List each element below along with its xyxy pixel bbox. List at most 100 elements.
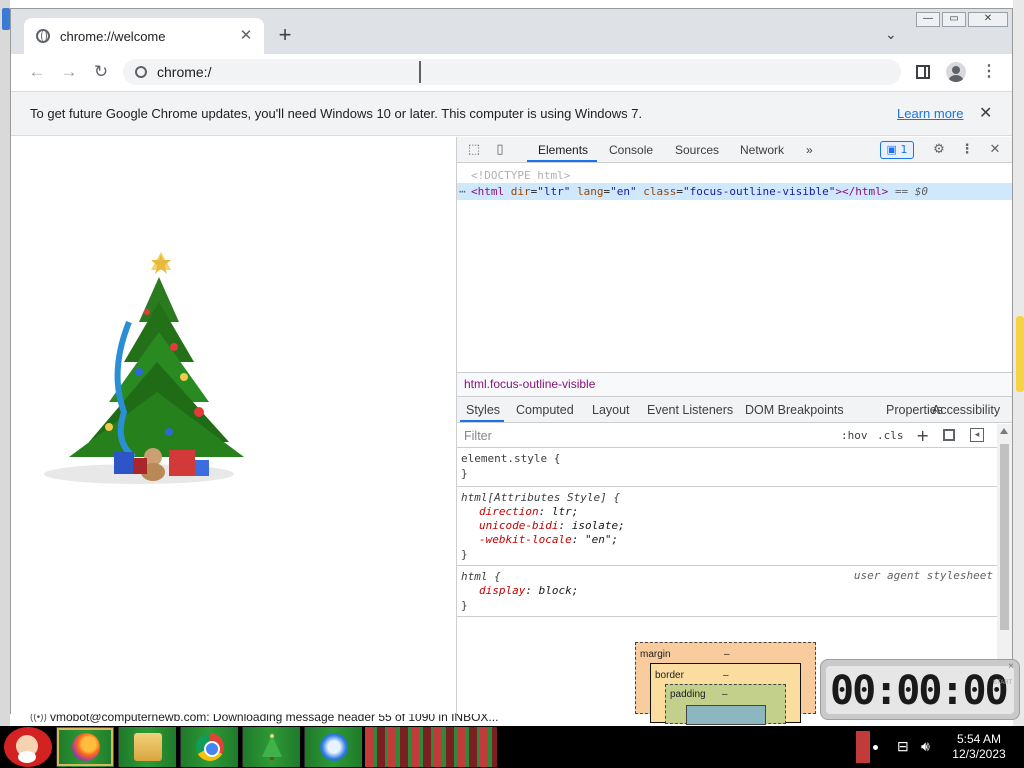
address-bar[interactable]: chrome:/ [123,59,901,85]
margin-label: margin [640,649,671,660]
declaration-property: unicode-bidi [479,519,559,532]
system-clock[interactable]: 5:54 AM 12/3/2023 [944,732,1014,762]
html-node-selected[interactable]: ⋯ <html dir="ltr" lang="en" class="focus… [457,183,1012,200]
active-tab-indicator [527,160,597,162]
border-value[interactable]: – [723,670,729,681]
desktop-window-edge [2,8,10,30]
tab-console[interactable]: Console [609,143,653,157]
desktop-left-edge [0,0,10,726]
taskbar-chrome[interactable] [180,727,238,767]
stopwatch-display: 00:00:00 [826,666,1014,714]
learn-more-link[interactable]: Learn more [897,106,963,121]
infobar-close-icon[interactable]: ✕ [979,103,992,123]
margin-value[interactable]: – [724,649,730,660]
rule-html-user-agent[interactable]: html { user agent stylesheet display: bl… [457,567,997,617]
declaration[interactable]: display: block; [461,584,997,598]
tab-network[interactable]: Network [740,143,784,157]
breadcrumb-item[interactable]: html.focus-outline-visible [464,377,595,391]
taskbar-firefox[interactable] [56,727,114,767]
tab-welcome[interactable]: chrome://welcome ✕ [24,18,264,54]
tab-dom-breakpoints[interactable]: DOM Breakpoints [745,403,844,417]
rule-attributes-style[interactable]: html[Attributes Style] { direction: ltr;… [457,488,997,566]
profile-avatar[interactable] [946,62,966,82]
declaration[interactable]: -webkit-locale: "en"; [461,533,997,547]
scroll-up-arrow-icon[interactable] [1000,428,1008,434]
christmas-tree-image [44,252,244,484]
device-toolbar-icon[interactable]: ▯ [491,141,509,159]
attr-value-dir: "ltr" [537,185,571,198]
tab-accessibility[interactable]: Accessibility [932,403,1000,417]
new-tab-button[interactable]: + [274,24,296,47]
side-panel-icon[interactable] [916,65,930,79]
tab-elements[interactable]: Elements [538,143,588,157]
rule-element-style[interactable]: element.style { } [457,451,997,487]
toggle-sidebar-icon[interactable]: ◂ [970,428,984,442]
address-bar-url[interactable]: chrome:/ [157,64,211,80]
declaration[interactable]: direction: ltr; [461,505,997,519]
new-rule-plus-icon[interactable]: + [916,426,929,445]
declaration-property: display [479,584,526,597]
taskbar-overflow-items[interactable] [365,727,497,767]
maximize-button[interactable]: ▭ [942,12,966,27]
site-info-icon[interactable] [135,66,147,78]
issues-icon: ▣ [886,143,901,156]
node-menu-dots-icon[interactable]: ⋯ [459,183,466,200]
stopwatch-start-button[interactable]: START [993,680,1012,686]
declaration-property: -webkit-locale [479,533,572,546]
padding-value[interactable]: – [722,689,728,700]
back-arrow-icon[interactable]: ← [25,60,49,84]
volume-icon[interactable]: 🔊︎ [921,738,930,755]
box-model-content[interactable] [686,705,766,725]
attr-name-lang: lang [577,185,604,198]
taskbar-tree-app[interactable] [242,727,300,767]
tab-close-icon[interactable]: ✕ [237,27,255,45]
forward-arrow-icon[interactable]: → [57,60,81,84]
reload-icon[interactable]: ↻ [89,60,113,84]
update-infobar: To get future Google Chrome updates, you… [11,91,1012,136]
stopwatch-close-icon[interactable]: × [1008,661,1014,672]
devtools-menu-icon[interactable]: ⋮ [958,141,976,159]
taskbar: ⊟ 🔊︎ 5:54 AM 12/3/2023 [0,726,1024,768]
taskbar-thunderbird[interactable] [304,727,362,767]
window-controls: — ▭ ✕ [916,12,1008,27]
start-button-santa-icon[interactable] [4,727,52,767]
box-model-border[interactable]: border – padding – [650,663,801,725]
doctype-node[interactable]: <!DOCTYPE html> [471,169,570,182]
christmas-tree-icon [262,734,282,760]
scrollbar-thumb[interactable] [1000,444,1009,630]
box-model-margin[interactable]: margin – border – padding – [635,642,816,725]
rule-close-brace: } [461,548,468,561]
declaration-value: block; [538,584,579,597]
devtools-close-icon[interactable]: ✕ [986,141,1004,159]
active-subtab-indicator [460,420,504,422]
tab-search-chevron-icon[interactable]: ⌄ [885,26,897,43]
rule-source-label: user agent stylesheet [853,569,993,582]
cls-toggle[interactable]: .cls [877,429,904,442]
tab-event-listeners[interactable]: Event Listeners [647,403,733,417]
network-icon[interactable]: ⊟ [897,738,909,755]
more-tabs-icon[interactable]: » [806,143,813,157]
declaration-value: isolate; [571,519,625,532]
issues-badge[interactable]: ▣ 1 [880,141,914,159]
minimize-button[interactable]: — [916,12,940,27]
desktop-right-edge [1013,0,1024,726]
tab-computed[interactable]: Computed [516,403,574,417]
declaration[interactable]: unicode-bidi: isolate; [461,519,997,533]
box-model-padding[interactable]: padding – [665,684,786,725]
stopwatch-time: 00:00:00 [830,668,1009,714]
stopwatch-widget[interactable]: 00:00:00 × START [820,659,1020,720]
tab-sources[interactable]: Sources [675,143,719,157]
tab-layout[interactable]: Layout [592,403,630,417]
hov-toggle[interactable]: :hov [841,429,868,442]
rendering-emulation-icon[interactable] [943,429,955,441]
inspect-element-icon[interactable]: ⬚ [465,141,483,159]
taskbar-explorer[interactable] [118,727,176,767]
declaration-value: ltr; [551,505,579,518]
styles-filter-input[interactable]: Filter [464,429,492,443]
chrome-menu-icon[interactable]: ⋮ [979,62,999,82]
tab-styles[interactable]: Styles [466,403,500,417]
settings-gear-icon[interactable]: ⚙ [930,141,948,159]
close-window-button[interactable]: ✕ [968,12,1008,27]
tray-show-hidden-icon[interactable] [856,731,870,763]
desktop-sticky-edge [1016,316,1024,392]
